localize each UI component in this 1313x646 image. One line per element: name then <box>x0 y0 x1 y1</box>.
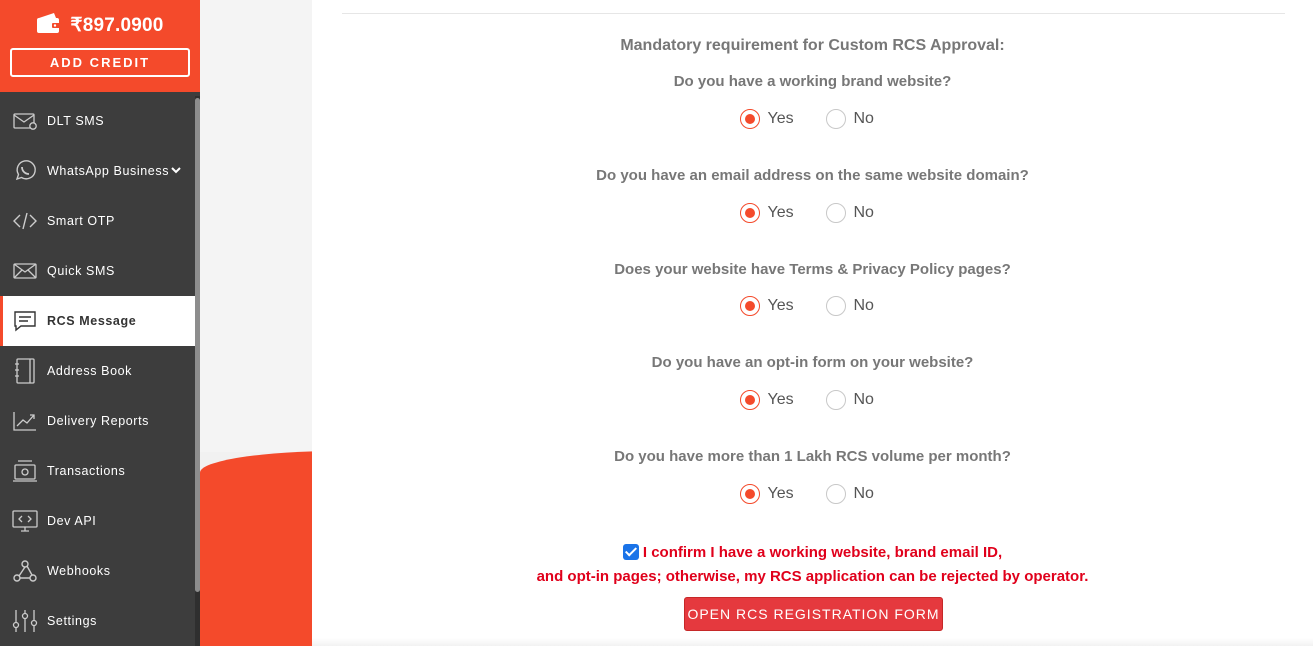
radio-yes[interactable]: Yes <box>739 390 800 410</box>
sidebar-item-label: RCS Message <box>47 314 137 328</box>
address-book-icon <box>12 358 38 384</box>
sidebar-item-label: Address Book <box>47 364 133 378</box>
add-credit-button[interactable]: ADD CREDIT <box>10 48 190 77</box>
webhook-icon <box>12 558 38 584</box>
radio-button[interactable] <box>825 484 846 504</box>
sidebar-item-label: Settings <box>47 614 97 628</box>
radio-no[interactable]: No <box>825 390 886 410</box>
radio-label: No <box>853 204 874 221</box>
sidebar-item-transactions[interactable]: Transactions <box>0 446 195 496</box>
sidebar-item-address-book[interactable]: Address Book <box>0 346 195 396</box>
code-icon <box>12 208 38 234</box>
monitor-code-icon <box>12 508 38 534</box>
radio-group-opt-in-form: Yes No <box>312 390 1313 410</box>
radio-yes[interactable]: Yes <box>739 203 800 223</box>
sidebar-item-whatsapp-business[interactable]: WhatsApp Business <box>0 146 195 196</box>
sidebar-item-rcs-message[interactable]: RCS Message <box>0 296 195 346</box>
sidebar-item-webhooks[interactable]: Webhooks <box>0 546 195 596</box>
sidebar-item-label: Quick SMS <box>47 264 115 278</box>
open-rcs-registration-button[interactable]: OPEN RCS REGISTRATION FORM <box>684 597 943 631</box>
chart-icon <box>12 408 38 434</box>
radio-label: No <box>853 110 874 127</box>
radio-label: No <box>853 297 874 314</box>
whatsapp-icon <box>12 158 38 184</box>
radio-label: Yes <box>767 297 794 314</box>
question-email-domain: Do you have an email address on the same… <box>596 167 1029 184</box>
radio-button[interactable] <box>739 296 760 316</box>
radio-yes[interactable]: Yes <box>739 484 800 504</box>
radio-button[interactable] <box>739 109 760 129</box>
question-terms-privacy: Does your website have Terms & Privacy P… <box>614 261 1011 278</box>
radio-label: Yes <box>767 485 794 502</box>
radio-group-brand-website: Yes No <box>312 109 1313 129</box>
radio-no[interactable]: No <box>825 203 886 223</box>
radio-button[interactable] <box>825 390 846 410</box>
radio-button[interactable] <box>739 484 760 504</box>
wallet-icon <box>36 12 62 39</box>
confirm-checkbox[interactable] <box>622 544 639 560</box>
sidebar: ₹897.0900 ADD CREDIT DLT SMS WhatsApp Bu… <box>0 0 200 646</box>
sidebar-item-quick-sms[interactable]: Quick SMS <box>0 246 195 296</box>
money-icon <box>12 458 38 484</box>
question-volume: Do you have more than 1 Lakh RCS volume … <box>614 448 1011 465</box>
question-brand-website: Do you have a working brand website? <box>673 73 952 90</box>
radio-no[interactable]: No <box>825 109 886 129</box>
sidebar-item-delivery-reports[interactable]: Delivery Reports <box>0 396 195 446</box>
sidebar-item-label: Smart OTP <box>47 214 115 228</box>
card-bottom-shadow <box>312 638 1313 646</box>
radio-group-email-domain: Yes No <box>312 203 1313 223</box>
chevron-down-icon[interactable] <box>170 164 182 176</box>
question-opt-in-form: Do you have an opt-in form on your websi… <box>651 354 974 371</box>
radio-button[interactable] <box>825 109 846 129</box>
envelope-icon <box>12 108 38 134</box>
sidebar-item-settings[interactable]: Settings <box>0 596 195 646</box>
sidebar-item-dlt-sms[interactable]: DLT SMS <box>0 96 195 146</box>
sidebar-item-label: Transactions <box>47 464 126 478</box>
send-mail-icon <box>12 258 38 284</box>
background-panel <box>200 0 312 452</box>
radio-yes[interactable]: Yes <box>739 296 800 316</box>
confirm-text-2: and opt-in pages; otherwise, my RCS appl… <box>536 568 1089 585</box>
sidebar-item-label: Delivery Reports <box>47 414 149 428</box>
radio-button[interactable] <box>825 296 846 316</box>
radio-label: Yes <box>767 110 794 127</box>
radio-group-volume: Yes No <box>312 484 1313 504</box>
radio-button[interactable] <box>739 390 760 410</box>
radio-yes[interactable]: Yes <box>739 109 800 129</box>
sidebar-item-smart-otp[interactable]: Smart OTP <box>0 196 195 246</box>
radio-label: No <box>853 391 874 408</box>
radio-no[interactable]: No <box>825 484 886 504</box>
divider <box>342 13 1285 14</box>
sidebar-item-label: Webhooks <box>47 564 111 578</box>
requirements-heading: Mandatory requirement for Custom RCS App… <box>620 37 1005 54</box>
radio-label: No <box>853 485 874 502</box>
wallet-panel: ₹897.0900 ADD CREDIT <box>0 0 200 92</box>
chat-icon <box>12 308 38 334</box>
radio-group-terms-privacy: Yes No <box>312 296 1313 316</box>
sidebar-scrollbar-thumb[interactable] <box>195 98 200 592</box>
wallet-balance: ₹897.0900 <box>70 15 164 36</box>
radio-button[interactable] <box>825 203 846 223</box>
sidebar-menu: DLT SMS WhatsApp Business Smart OTP Quic… <box>0 96 195 646</box>
radio-label: Yes <box>767 204 794 221</box>
confirm-line-1: I confirm I have a working website, bran… <box>312 541 1313 565</box>
sidebar-item-label: WhatsApp Business <box>47 164 170 178</box>
radio-button[interactable] <box>739 203 760 223</box>
sidebar-item-label: DLT SMS <box>47 114 105 128</box>
sidebar-item-label: Dev API <box>47 514 97 528</box>
wallet-row: ₹897.0900 <box>0 12 200 39</box>
confirm-text-1: I confirm I have a working website, bran… <box>642 544 1003 561</box>
radio-label: Yes <box>767 391 794 408</box>
confirm-statement: I confirm I have a working website, bran… <box>312 541 1313 589</box>
sliders-icon <box>12 608 38 634</box>
radio-no[interactable]: No <box>825 296 886 316</box>
rcs-requirements-card: Mandatory requirement for Custom RCS App… <box>312 0 1313 646</box>
sidebar-item-dev-api[interactable]: Dev API <box>0 496 195 546</box>
